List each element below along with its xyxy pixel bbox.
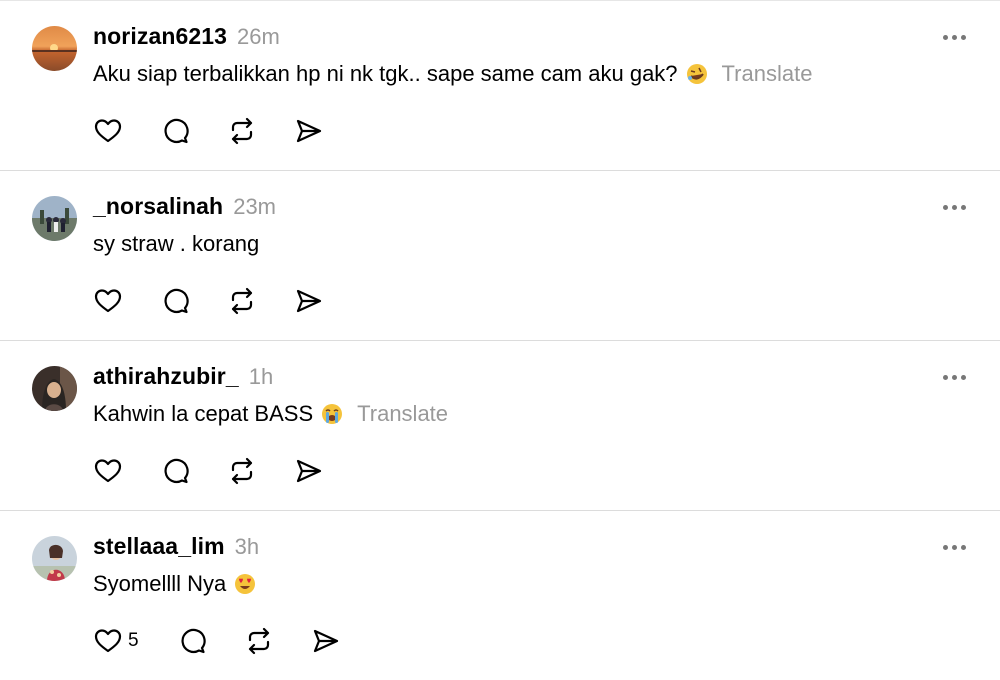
username[interactable]: norizan6213	[93, 23, 227, 50]
timestamp: 1h	[248, 364, 274, 389]
comment-bubble-icon	[164, 118, 189, 144]
avatar[interactable]	[32, 536, 77, 581]
comment-header: norizan6213 26m	[93, 23, 280, 50]
comment-header: _norsalinah 23m	[93, 193, 276, 220]
comment-item: athirahzubir_ 1h Kahwin la cepat BASS Tr…	[0, 340, 1000, 510]
repost-icon	[231, 287, 253, 315]
comment-text: Aku siap terbalikkan hp ni nk tgk.. sape…	[93, 61, 812, 87]
username[interactable]: _norsalinah	[93, 193, 223, 220]
comment-body: sy straw . korang	[93, 231, 260, 256]
more-options-icon[interactable]	[943, 35, 966, 40]
heart-icon	[94, 629, 122, 653]
repost-button[interactable]	[227, 286, 257, 316]
username[interactable]: stellaaa_lim	[93, 533, 225, 560]
timestamp: 26m	[237, 24, 280, 49]
comment-item: stellaaa_lim 3h Syomellll Nya 5	[0, 510, 1000, 680]
comment-body: Kahwin la cepat BASS	[93, 401, 314, 426]
translate-link[interactable]: Translate	[722, 61, 813, 87]
like-button[interactable]	[93, 286, 123, 316]
loudly-crying-face-emoji	[321, 403, 343, 425]
reply-button[interactable]	[160, 116, 190, 146]
action-bar	[93, 116, 324, 146]
repost-button[interactable]	[227, 456, 257, 486]
heart-icon	[94, 119, 122, 143]
reply-button[interactable]	[160, 456, 190, 486]
comment-body: Aku siap terbalikkan hp ni nk tgk.. sape…	[93, 61, 678, 86]
avatar[interactable]	[32, 26, 77, 71]
heart-icon	[94, 459, 122, 483]
send-icon	[296, 119, 322, 143]
repost-icon	[231, 457, 253, 485]
comment-item: _norsalinah 23m sy straw . korang	[0, 170, 1000, 340]
comment-text: sy straw . korang	[93, 231, 259, 257]
like-button[interactable]	[93, 456, 123, 486]
comment-bubble-icon	[164, 458, 189, 484]
heart-eyes-emoji	[234, 573, 256, 595]
heart-icon	[94, 289, 122, 313]
comment-text: Syomellll Nya	[93, 571, 256, 597]
like-button[interactable]: 5	[93, 626, 139, 656]
username[interactable]: athirahzubir_	[93, 363, 239, 390]
reply-button[interactable]	[160, 286, 190, 316]
comment-text: Kahwin la cepat BASS Translate	[93, 401, 448, 427]
repost-icon	[231, 117, 253, 145]
comment-body: Syomellll Nya	[93, 571, 227, 596]
repost-button[interactable]	[244, 626, 274, 656]
translate-link[interactable]: Translate	[357, 401, 448, 427]
like-button[interactable]	[93, 116, 123, 146]
more-options-icon[interactable]	[943, 545, 966, 550]
repost-button[interactable]	[227, 116, 257, 146]
more-options-icon[interactable]	[943, 205, 966, 210]
avatar[interactable]	[32, 196, 77, 241]
timestamp: 23m	[233, 194, 276, 219]
send-icon	[313, 629, 338, 653]
comment-header: athirahzubir_ 1h	[93, 363, 273, 390]
send-icon	[296, 459, 322, 483]
share-button[interactable]	[294, 456, 324, 486]
share-button[interactable]	[294, 116, 324, 146]
action-bar	[93, 286, 324, 316]
timestamp: 3h	[234, 534, 260, 559]
action-bar	[93, 456, 324, 486]
comment-feed: norizan6213 26m Aku siap terbalikkan hp …	[0, 0, 1000, 680]
action-bar: 5	[93, 626, 341, 656]
like-count: 5	[128, 630, 139, 651]
comment-bubble-icon	[164, 288, 189, 314]
repost-icon	[248, 627, 269, 655]
rolling-on-floor-laughing-emoji	[686, 63, 708, 85]
avatar[interactable]	[32, 366, 77, 411]
share-button[interactable]	[294, 286, 324, 316]
comment-bubble-icon	[181, 628, 206, 654]
comment-header: stellaaa_lim 3h	[93, 533, 259, 560]
reply-button[interactable]	[177, 626, 207, 656]
more-options-icon[interactable]	[943, 375, 966, 380]
comment-item: norizan6213 26m Aku siap terbalikkan hp …	[0, 0, 1000, 170]
send-icon	[296, 289, 322, 313]
share-button[interactable]	[311, 626, 341, 656]
